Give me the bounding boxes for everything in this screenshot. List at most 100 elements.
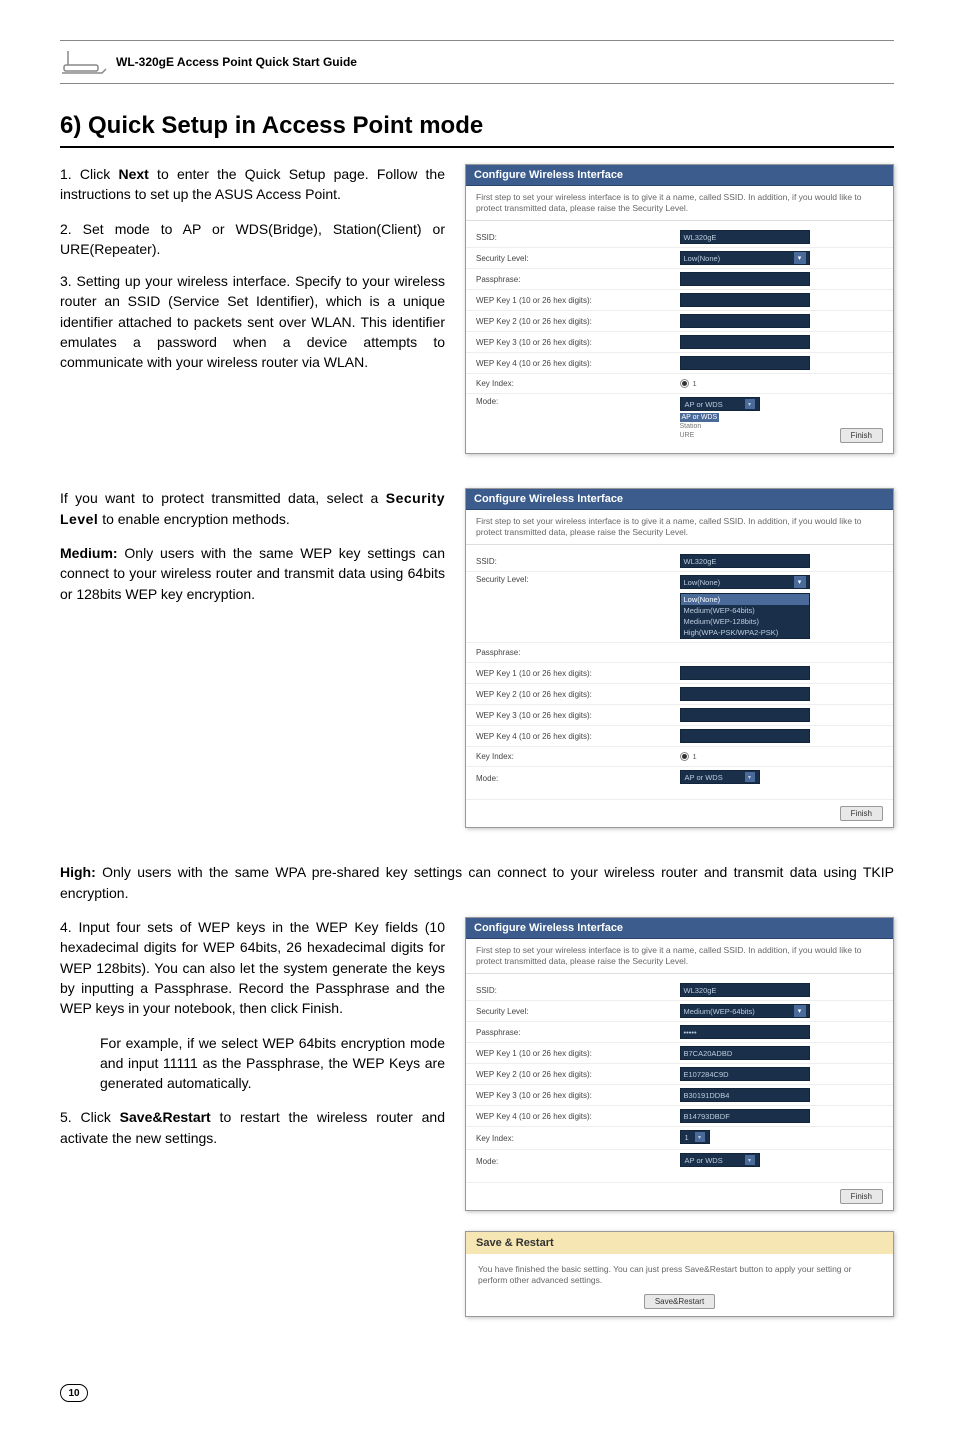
ss2-keyidx-val: 1 [693,752,697,761]
step-2: 2. Set mode to AP or WDS(Bridge), Statio… [60,219,445,260]
ss1-pass-input[interactable] [680,272,810,286]
section-title: 6) Quick Setup in Access Point mode [60,112,894,148]
next-keyword: Next [118,166,148,182]
ss1-keyidx-val: 1 [693,379,697,388]
ss1-mode-options: AP or WDS Station URE [680,413,840,440]
ss1-keyidx-label: Key Index: [476,379,680,388]
ss2-wep3-input[interactable] [680,708,810,722]
ss3-mode-label: Mode: [476,1157,680,1166]
ss3-pass-input[interactable]: ••••• [680,1025,810,1039]
medium-para: Medium: Only users with the same WEP key… [60,543,445,604]
ss2-wep1-input[interactable] [680,666,810,680]
ss2-wep4-input[interactable] [680,729,810,743]
header-title: WL-320gE Access Point Quick Start Guide [116,55,357,69]
ss3-sec-label: Security Level: [476,1007,680,1016]
step-1: 1. Click Next to enter the Quick Setup p… [60,164,445,205]
chevron-down-icon: ▾ [745,772,755,782]
ss2-keyidx-radio[interactable] [680,752,689,761]
ss4-desc: You have finished the basic setting. You… [466,1254,893,1296]
page-header: WL-320gE Access Point Quick Start Guide [60,40,894,84]
ss2-wep2-label: WEP Key 2 (10 or 26 hex digits): [476,690,680,699]
ss3-title: Configure Wireless Interface [466,918,893,939]
screenshot-configure-2: Configure Wireless Interface First step … [465,488,894,828]
chevron-down-icon: ▾ [794,252,806,264]
ss1-sec-label: Security Level: [476,254,680,263]
ss2-ssid-input[interactable]: WL320gE [680,554,810,568]
step-4-note: For example, if we select WEP 64bits enc… [60,1033,445,1094]
ss1-finish-button[interactable]: Finish [840,428,883,443]
page-number: 10 [60,1384,88,1402]
ss3-ssid-input[interactable]: WL320gE [680,983,810,997]
ss4-title: Save & Restart [466,1232,893,1254]
ss2-sec-dropdown[interactable]: Low(None) Medium(WEP-64bits) Medium(WEP-… [680,593,810,639]
ss1-title: Configure Wireless Interface [466,165,893,186]
ss3-wep3-input[interactable]: B30191DDB4 [680,1088,810,1102]
ss1-mode-opt3: URE [680,432,695,439]
ss2-mode-label: Mode: [476,774,680,783]
ss1-mode-label: Mode: [476,397,680,406]
high-label: High: [60,864,96,880]
ss2-sec-select[interactable]: Low(None) ▾ [680,575,810,589]
ss1-wep2-label: WEP Key 2 (10 or 26 hex digits): [476,317,680,326]
ss3-mode-value: AP or WDS [685,1156,723,1165]
ss1-ssid-input[interactable]: WL320gE [680,230,810,244]
chevron-down-icon: ▾ [745,399,755,409]
ss2-mode-value: AP or WDS [685,773,723,782]
ss1-keyidx-radio[interactable] [680,379,689,388]
ss2-sec-opt4[interactable]: High(WPA-PSK/WPA2-PSK) [681,627,809,638]
ss3-wep4-label: WEP Key 4 (10 or 26 hex digits): [476,1112,680,1121]
ss1-wep2-input[interactable] [680,314,810,328]
ss1-wep4-label: WEP Key 4 (10 or 26 hex digits): [476,359,680,368]
ss2-finish-button[interactable]: Finish [840,806,883,821]
security-level-keyword: Security Level [60,490,445,526]
router-icon [60,47,108,77]
medium-text: Only users with the same WEP key setting… [60,545,445,602]
ss3-wep2-label: WEP Key 2 (10 or 26 hex digits): [476,1070,680,1079]
ss2-sec-opt3[interactable]: Medium(WEP-128bits) [681,616,809,627]
ss1-mode-opt1: AP or WDS [680,413,720,422]
ss3-sec-select[interactable]: Medium(WEP-64bits) ▾ [680,1004,810,1018]
ss2-ssid-label: SSID: [476,557,680,566]
ss2-title: Configure Wireless Interface [466,489,893,510]
ss3-wep1-label: WEP Key 1 (10 or 26 hex digits): [476,1049,680,1058]
ss3-wep3-label: WEP Key 3 (10 or 26 hex digits): [476,1091,680,1100]
chevron-down-icon: ▾ [695,1132,705,1142]
ss3-pass-label: Passphrase: [476,1028,680,1037]
ss1-mode-select[interactable]: AP or WDS ▾ [680,397,760,411]
ss1-mode-opt2: Station [680,423,702,430]
protect-para: If you want to protect transmitted data,… [60,488,445,529]
ss3-keyidx-select[interactable]: 1 ▾ [680,1130,710,1144]
ss3-keyidx-label: Key Index: [476,1134,680,1143]
ss3-finish-button[interactable]: Finish [840,1189,883,1204]
ss2-pass-label: Passphrase: [476,648,680,657]
medium-label: Medium: [60,545,118,561]
ss1-wep3-input[interactable] [680,335,810,349]
screenshot-configure-1: Configure Wireless Interface First step … [465,164,894,454]
step-4-text: 4. Input four sets of WEP keys in the WE… [60,919,445,1016]
ss3-mode-select[interactable]: AP or WDS ▾ [680,1153,760,1167]
ss1-wep4-input[interactable] [680,356,810,370]
ss3-wep4-input[interactable]: B14793DBDF [680,1109,810,1123]
ss2-wep3-label: WEP Key 3 (10 or 26 hex digits): [476,711,680,720]
ss1-sec-value: Low(None) [684,254,721,263]
ss2-sec-value: Low(None) [684,578,721,587]
ss2-sec-opt1[interactable]: Low(None) [681,594,809,605]
screenshot-save-restart: Save & Restart You have finished the bas… [465,1231,894,1317]
ss3-sec-value: Medium(WEP-64bits) [684,1007,755,1016]
ss1-sec-select[interactable]: Low(None) ▾ [680,251,810,265]
ss2-desc: First step to set your wireless interfac… [466,510,893,545]
ss2-sec-opt2[interactable]: Medium(WEP-64bits) [681,605,809,616]
chevron-down-icon: ▾ [794,1005,806,1017]
ss1-wep1-input[interactable] [680,293,810,307]
save-restart-keyword: Save&Restart [120,1109,211,1125]
ss3-wep1-input[interactable]: B7CA20ADBD [680,1046,810,1060]
ss2-wep4-label: WEP Key 4 (10 or 26 hex digits): [476,732,680,741]
ss4-save-restart-button[interactable]: Save&Restart [644,1294,715,1309]
ss3-wep2-input[interactable]: E107284C9D [680,1067,810,1081]
ss2-wep2-input[interactable] [680,687,810,701]
ss2-mode-select[interactable]: AP or WDS ▾ [680,770,760,784]
ss1-ssid-label: SSID: [476,233,680,242]
ss2-keyidx-label: Key Index: [476,752,680,761]
ss3-desc: First step to set your wireless interfac… [466,939,893,974]
chevron-down-icon: ▾ [745,1155,755,1165]
